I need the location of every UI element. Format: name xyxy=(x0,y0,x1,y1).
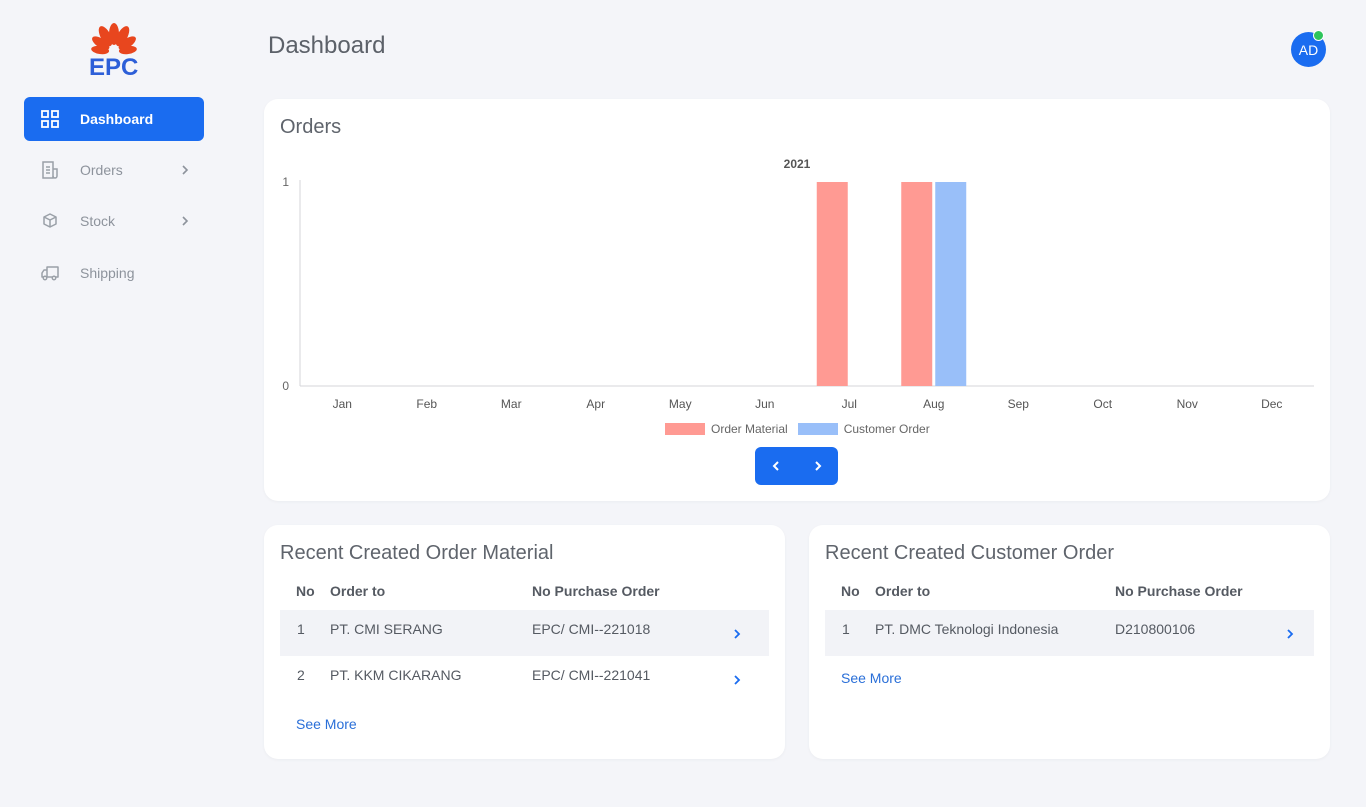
logo-text: EPC xyxy=(89,54,139,81)
table-row[interactable]: 1 PT. DMC Teknologi Indonesia D210800106 xyxy=(825,610,1314,656)
chevron-right-icon[interactable] xyxy=(732,627,742,641)
cell-no: 2 xyxy=(297,667,305,683)
x-tick-label: Oct xyxy=(1093,397,1112,411)
sidebar-item-shipping[interactable]: Shipping xyxy=(24,251,204,295)
cell-order-to: PT. KKM CIKARANG xyxy=(330,667,462,683)
legend-label-customer-order: Customer Order xyxy=(843,422,930,436)
chevron-right-icon[interactable] xyxy=(1285,627,1295,641)
x-tick-label: Jun xyxy=(755,397,774,411)
receipt-icon xyxy=(42,161,58,179)
logo-icon xyxy=(91,23,137,55)
chevron-right-icon xyxy=(182,165,189,175)
sidebar-item-stock[interactable]: Stock xyxy=(24,199,204,243)
see-more-link[interactable]: See More xyxy=(841,670,902,686)
y-tick-label: 1 xyxy=(282,175,289,189)
x-tick-label: Nov xyxy=(1177,397,1198,411)
sidebar-item-label: Shipping xyxy=(80,265,135,281)
column-header-po: No Purchase Order xyxy=(532,583,660,599)
column-header-order-to: Order to xyxy=(875,583,931,599)
card-title: Recent Created Customer Order xyxy=(825,542,1115,564)
x-tick-label: Sep xyxy=(1008,397,1030,411)
chevron-right-icon xyxy=(814,461,821,471)
truck-icon xyxy=(41,266,59,281)
chart-pager xyxy=(755,447,838,485)
x-tick-label: Jan xyxy=(333,397,352,411)
prev-year-button[interactable] xyxy=(755,447,796,485)
sidebar: EPC Dashboard Orders Stock Shipping xyxy=(0,0,228,807)
legend-label-order-material: Order Material xyxy=(711,422,788,436)
chevron-right-icon xyxy=(182,216,189,226)
column-header-order-to: Order to xyxy=(330,583,386,599)
bar-customer-order xyxy=(935,182,967,386)
cell-po: EPC/ CMI--221018 xyxy=(532,621,651,637)
card-title: Recent Created Order Material xyxy=(280,542,554,564)
cell-po: EPC/ CMI--221041 xyxy=(532,667,651,683)
chevron-right-icon[interactable] xyxy=(732,673,742,687)
cell-order-to: PT. CMI SERANG xyxy=(330,621,443,637)
sidebar-item-orders[interactable]: Orders xyxy=(24,148,204,192)
sidebar-item-label: Dashboard xyxy=(80,111,154,127)
see-more-link[interactable]: See More xyxy=(296,716,357,732)
x-tick-label: Mar xyxy=(501,397,522,411)
brand-logo[interactable]: EPC xyxy=(86,20,142,81)
x-tick-label: Apr xyxy=(586,397,605,411)
column-header-po: No Purchase Order xyxy=(1115,583,1243,599)
cell-po: D210800106 xyxy=(1115,621,1196,637)
cell-no: 1 xyxy=(297,621,305,637)
box-icon xyxy=(43,213,57,228)
orders-chart-card: Orders 2021 0 1 Jan Feb Mar Apr May Jun Jul Aug Sep… xyxy=(264,99,1330,501)
x-tick-label: Aug xyxy=(923,397,944,411)
y-tick-label: 0 xyxy=(282,379,289,393)
sidebar-item-label: Stock xyxy=(80,213,116,229)
legend-swatch-order-material xyxy=(665,423,705,435)
online-status-indicator xyxy=(1313,30,1324,41)
page-title: Dashboard xyxy=(268,32,386,59)
sidebar-item-label: Orders xyxy=(80,162,123,178)
recent-order-material-card: Recent Created Order Material No Order t… xyxy=(264,525,785,759)
legend-swatch-customer-order xyxy=(797,423,838,435)
x-tick-label: May xyxy=(669,397,692,411)
x-tick-label: Jul xyxy=(842,397,857,411)
cell-order-to: PT. DMC Teknologi Indonesia xyxy=(875,621,1059,637)
table-row[interactable]: 2 PT. KKM CIKARANG EPC/ CMI--221041 xyxy=(280,656,769,702)
bar-order-material xyxy=(901,182,933,386)
next-year-button[interactable] xyxy=(797,447,838,485)
recent-customer-order-card: Recent Created Customer Order No Order t… xyxy=(809,525,1330,759)
table-row[interactable]: 1 PT. CMI SERANG EPC/ CMI--221018 xyxy=(280,610,769,656)
x-tick-label: Dec xyxy=(1261,397,1282,411)
sidebar-item-dashboard[interactable]: Dashboard xyxy=(24,97,204,141)
chart-legend: Order Material Customer Order xyxy=(665,422,930,436)
orders-chart: 2021 0 1 Jan Feb Mar Apr May Jun Jul Aug Sep Oct Nov D… xyxy=(282,157,1314,411)
grid-icon xyxy=(41,110,59,128)
column-header-no: No xyxy=(296,583,315,599)
bar-order-material xyxy=(816,182,848,386)
column-header-no: No xyxy=(841,583,860,599)
chevron-left-icon xyxy=(772,461,779,471)
cell-no: 1 xyxy=(842,621,850,637)
x-tick-label: Feb xyxy=(416,397,437,411)
chart-title: 2021 xyxy=(784,157,811,171)
